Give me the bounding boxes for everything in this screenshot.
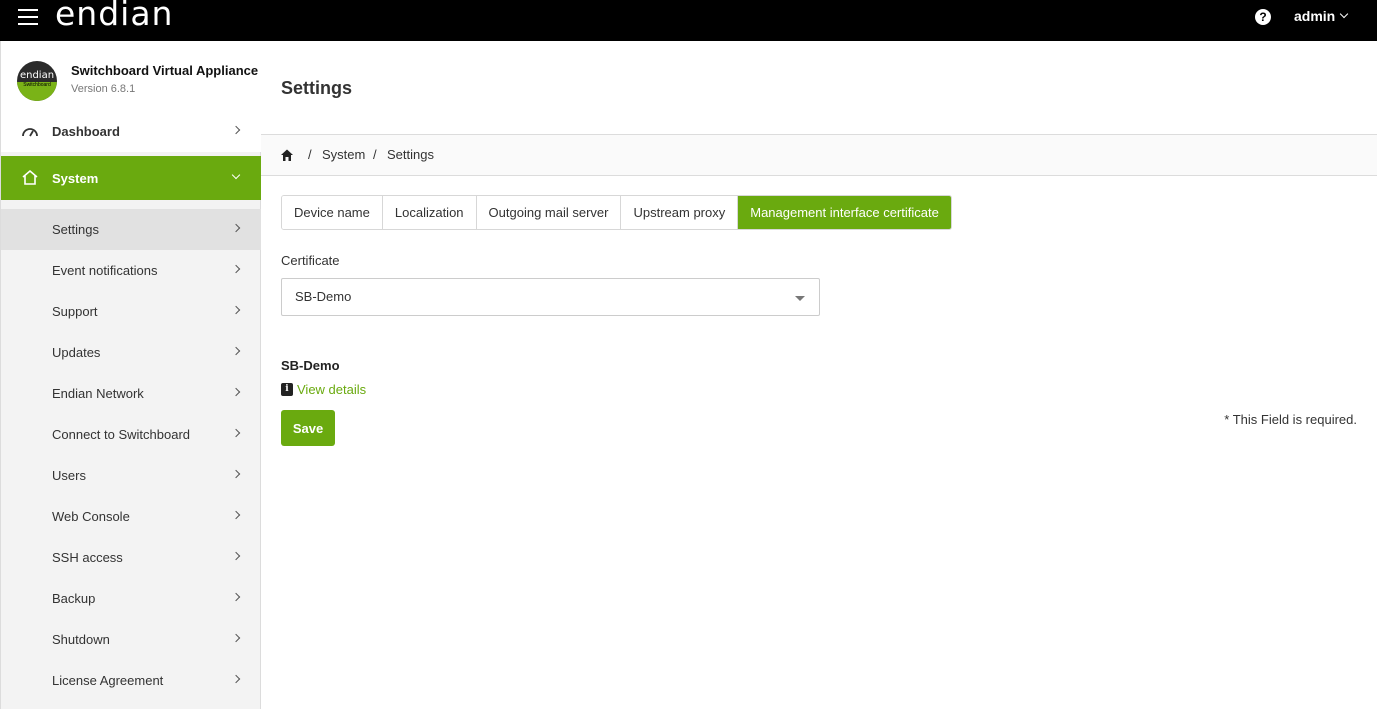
chevron-right-icon [231, 305, 241, 315]
sidebar-item-label: Dashboard [52, 124, 120, 139]
menu-icon[interactable] [18, 9, 38, 25]
sidebar-item-web-console[interactable]: Web Console [1, 496, 261, 537]
chevron-right-icon [231, 264, 241, 274]
sidebar-item-dashboard[interactable]: Dashboard [1, 111, 261, 152]
save-button[interactable]: Save [281, 410, 335, 446]
sidebar-item-ssh-access[interactable]: SSH access [1, 537, 261, 578]
sidebar-item-label: Users [52, 468, 86, 483]
chevron-right-icon [231, 346, 241, 356]
sidebar-item-label: Event notifications [52, 263, 158, 278]
sidebar-item-label: Support [52, 304, 98, 319]
tab-localization[interactable]: Localization [382, 196, 477, 229]
help-icon[interactable]: ? [1255, 9, 1271, 25]
sidebar-item-support[interactable]: Support [1, 291, 261, 332]
sidebar: endian Switchboard Switchboard Virtual A… [0, 41, 261, 709]
breadcrumb-separator: / [308, 147, 312, 162]
chevron-right-icon [231, 510, 241, 520]
sidebar-item-license-agreement[interactable]: License Agreement [1, 660, 261, 701]
sidebar-item-label: License Agreement [52, 673, 164, 688]
home-icon[interactable] [280, 148, 294, 162]
sidebar-item-label: Connect to Switchboard [52, 427, 191, 442]
sidebar-item-label: SSH access [52, 550, 123, 565]
certificate-select[interactable]: SB-Demo [281, 278, 820, 316]
appliance-version: Version 6.8.1 [71, 83, 136, 95]
tab-management-interface-certificate[interactable]: Management interface certificate [738, 196, 951, 229]
tab-outgoing-mail-server[interactable]: Outgoing mail server [476, 196, 622, 229]
sidebar-item-endian-network[interactable]: Endian Network [1, 373, 261, 414]
view-details-link[interactable]: i View details [281, 382, 366, 397]
user-name: admin [1294, 8, 1336, 24]
chevron-down-icon [1339, 9, 1349, 19]
sidebar-item-updates[interactable]: Updates [1, 332, 261, 373]
breadcrumb-separator: / [373, 147, 377, 162]
certificate-name: SB-Demo [281, 358, 340, 373]
sidebar-item-system[interactable]: System [1, 156, 261, 200]
top-bar: endian ? admin [0, 0, 1377, 41]
sidebar-item-label: Web Console [52, 509, 130, 524]
sidebar-item-label: System [52, 170, 99, 186]
sidebar-item-users[interactable]: Users [1, 455, 261, 496]
sidebar-item-connect-to-switchboard[interactable]: Connect to Switchboard [1, 414, 261, 455]
sidebar-item-label: Shutdown [52, 632, 110, 647]
appliance-name: Switchboard Virtual Appliance [71, 63, 259, 78]
user-menu[interactable]: admin [1294, 8, 1349, 24]
breadcrumb-system[interactable]: System [322, 147, 365, 162]
home-icon [22, 169, 38, 185]
sidebar-item-backup[interactable]: Backup [1, 578, 261, 619]
dropdown-caret-icon [795, 296, 805, 301]
dashboard-gauge-icon [22, 128, 38, 137]
chevron-right-icon [231, 387, 241, 397]
chevron-down-icon [231, 170, 241, 180]
settings-tabs: Device name Localization Outgoing mail s… [281, 195, 952, 230]
sidebar-item-event-notifications[interactable]: Event notifications [1, 250, 261, 291]
switchboard-logo: endian Switchboard [17, 61, 57, 101]
sidebar-item-label: Updates [52, 345, 101, 360]
sidebar-item-label: Endian Network [52, 386, 144, 401]
breadcrumb-settings: Settings [387, 147, 434, 162]
sidebar-item-label: Backup [52, 591, 96, 606]
endian-logo[interactable]: endian [55, 0, 173, 34]
sidebar-item-label: Settings [52, 222, 99, 237]
certificate-label: Certificate [281, 253, 340, 268]
tab-device-name[interactable]: Device name [282, 196, 383, 229]
required-field-note: * This Field is required. [1224, 412, 1357, 427]
appliance-info: endian Switchboard Switchboard Virtual A… [1, 41, 261, 111]
chevron-right-icon [231, 469, 241, 479]
certificate-select-value: SB-Demo [295, 289, 352, 304]
chevron-right-icon [231, 223, 241, 233]
info-icon: i [281, 383, 293, 396]
breadcrumb: / System / Settings [261, 134, 1377, 176]
chevron-right-icon [231, 551, 241, 561]
view-details-label: View details [297, 382, 367, 397]
sidebar-item-settings[interactable]: Settings [1, 209, 261, 250]
chevron-right-icon [231, 674, 241, 684]
chevron-right-icon [231, 633, 241, 643]
sidebar-item-shutdown[interactable]: Shutdown [1, 619, 261, 660]
tab-upstream-proxy[interactable]: Upstream proxy [621, 196, 739, 229]
page-title: Settings [281, 78, 353, 98]
chevron-right-icon [231, 428, 241, 438]
chevron-right-icon [231, 125, 241, 135]
chevron-right-icon [231, 592, 241, 602]
